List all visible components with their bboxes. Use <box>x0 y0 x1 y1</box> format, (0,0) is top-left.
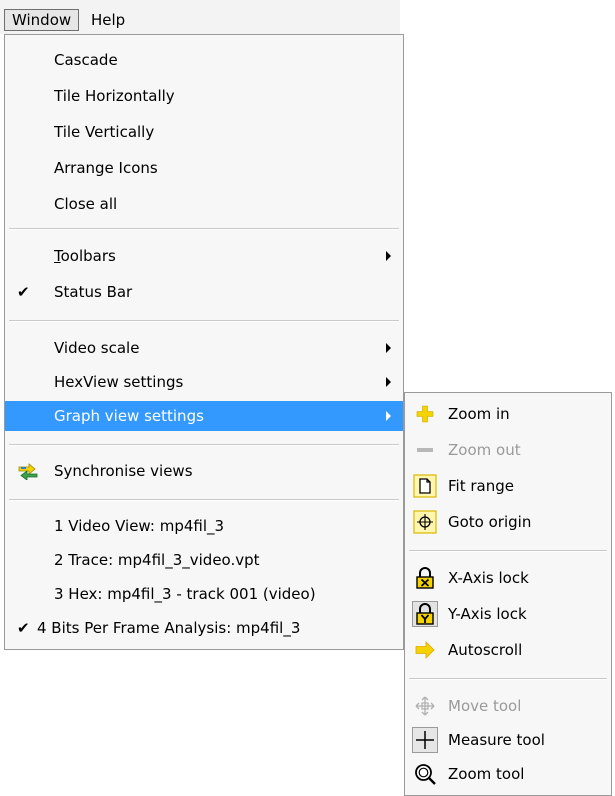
plus-icon <box>413 402 437 426</box>
menu-item-zoom-out[interactable]: Zoom out <box>405 435 611 465</box>
synchronise-icon <box>17 462 39 484</box>
menu-item-cascade[interactable]: Cascade <box>5 45 403 75</box>
menu-item-autoscroll[interactable]: Autoscroll <box>405 635 611 665</box>
submenu-arrow-icon <box>386 251 391 261</box>
x-lock-icon <box>413 566 437 590</box>
y-lock-icon <box>412 601 438 627</box>
submenu-arrow-icon <box>386 377 391 387</box>
menu-item-goto-origin[interactable]: Goto origin <box>405 507 611 537</box>
menu-item-window-2[interactable]: 2 Trace: mp4fil_3_video.vpt <box>5 545 403 575</box>
menu-item-window-1[interactable]: 1 Video View: mp4fil_3 <box>5 511 403 541</box>
move-icon <box>413 694 437 718</box>
menubar-window[interactable]: Window <box>4 9 80 31</box>
mnemonic-rest: oolbars <box>60 247 116 265</box>
window-menu: Cascade Tile Horizontally Tile Verticall… <box>4 34 404 650</box>
menu-item-label: Synchronise views <box>54 462 193 480</box>
menu-item-label: Status Bar <box>54 283 133 301</box>
menu-item-label: 1 Video View: mp4fil_3 <box>54 517 225 535</box>
menu-item-tile-vertically[interactable]: Tile Vertically <box>5 117 403 147</box>
menu-item-label: X-Axis lock <box>448 569 529 587</box>
menu-item-label: Graph view settings <box>54 407 204 425</box>
menu-item-label: Measure tool <box>448 731 545 749</box>
autoscroll-arrow-icon <box>413 638 437 662</box>
fit-range-icon <box>413 474 437 498</box>
menu-item-label: Toolbars <box>54 241 116 271</box>
menu-item-label: Tile Vertically <box>54 123 155 141</box>
menu-separator <box>9 444 399 446</box>
menubar-help[interactable]: Help <box>84 9 132 31</box>
menu-item-y-axis-lock[interactable]: Y-Axis lock <box>405 599 611 629</box>
submenu-arrow-icon <box>386 411 391 421</box>
menu-bar: Window Help <box>0 0 400 34</box>
menu-item-synchronise-views[interactable]: Synchronise views <box>5 456 403 486</box>
menu-item-window-3[interactable]: 3 Hex: mp4fil_3 - track 001 (video) <box>5 579 403 609</box>
menu-item-label: Arrange Icons <box>54 159 158 177</box>
menu-separator <box>9 499 399 501</box>
menu-item-label: 4 Bits Per Frame Analysis: mp4fil_3 <box>37 619 301 637</box>
menu-item-toolbars[interactable]: Toolbars <box>5 241 403 271</box>
magnifier-icon <box>413 762 437 786</box>
menu-item-label: 3 Hex: mp4fil_3 - track 001 (video) <box>54 585 316 603</box>
menu-item-label: Close all <box>54 195 118 213</box>
menu-item-label: 2 Trace: mp4fil_3_video.vpt <box>54 551 260 569</box>
minus-icon <box>413 438 437 462</box>
menu-item-zoom-in[interactable]: Zoom in <box>405 399 611 429</box>
menu-item-label: Tile Horizontally <box>54 87 175 105</box>
menu-item-label: Fit range <box>448 477 514 495</box>
menu-item-fit-range[interactable]: Fit range <box>405 471 611 501</box>
graph-view-submenu: Zoom in Zoom out Fit range Goto origin X… <box>404 392 612 796</box>
goto-origin-icon <box>413 510 437 534</box>
menu-separator <box>409 678 607 680</box>
menu-separator <box>9 228 399 230</box>
menu-item-video-scale[interactable]: Video scale <box>5 333 403 363</box>
menu-item-tile-horizontally[interactable]: Tile Horizontally <box>5 81 403 111</box>
menu-item-arrange-icons[interactable]: Arrange Icons <box>5 153 403 183</box>
checkmark-icon: ✔ <box>17 619 30 637</box>
checkmark-icon: ✔ <box>17 283 30 301</box>
menu-item-status-bar[interactable]: ✔ Status Bar <box>5 277 403 307</box>
menu-separator <box>409 550 607 552</box>
menu-item-label: Cascade <box>54 51 118 69</box>
menu-item-label: Autoscroll <box>448 641 523 659</box>
menu-item-x-axis-lock[interactable]: X-Axis lock <box>405 563 611 593</box>
menu-item-label: Video scale <box>54 339 140 357</box>
menu-item-label: Zoom in <box>448 405 510 423</box>
menu-item-label: Zoom out <box>448 441 521 459</box>
menu-item-close-all[interactable]: Close all <box>5 189 403 219</box>
menu-item-measure-tool[interactable]: Measure tool <box>405 725 611 755</box>
mnemonic-letter: T <box>54 247 61 265</box>
menu-item-label: Y-Axis lock <box>448 605 527 623</box>
menu-item-label: Move tool <box>448 697 522 715</box>
menu-item-zoom-tool[interactable]: Zoom tool <box>405 759 611 789</box>
menu-item-graph-view-settings[interactable]: Graph view settings <box>5 401 403 431</box>
crosshair-icon <box>412 727 438 753</box>
menu-item-window-4[interactable]: ✔ 4 Bits Per Frame Analysis: mp4fil_3 <box>5 613 403 643</box>
menu-item-label: Zoom tool <box>448 765 525 783</box>
menu-item-label: Goto origin <box>448 513 532 531</box>
menu-separator <box>9 320 399 322</box>
menu-item-move-tool[interactable]: Move tool <box>405 691 611 721</box>
menu-item-label: HexView settings <box>54 373 184 391</box>
submenu-arrow-icon <box>386 343 391 353</box>
menu-item-hexview-settings[interactable]: HexView settings <box>5 367 403 397</box>
